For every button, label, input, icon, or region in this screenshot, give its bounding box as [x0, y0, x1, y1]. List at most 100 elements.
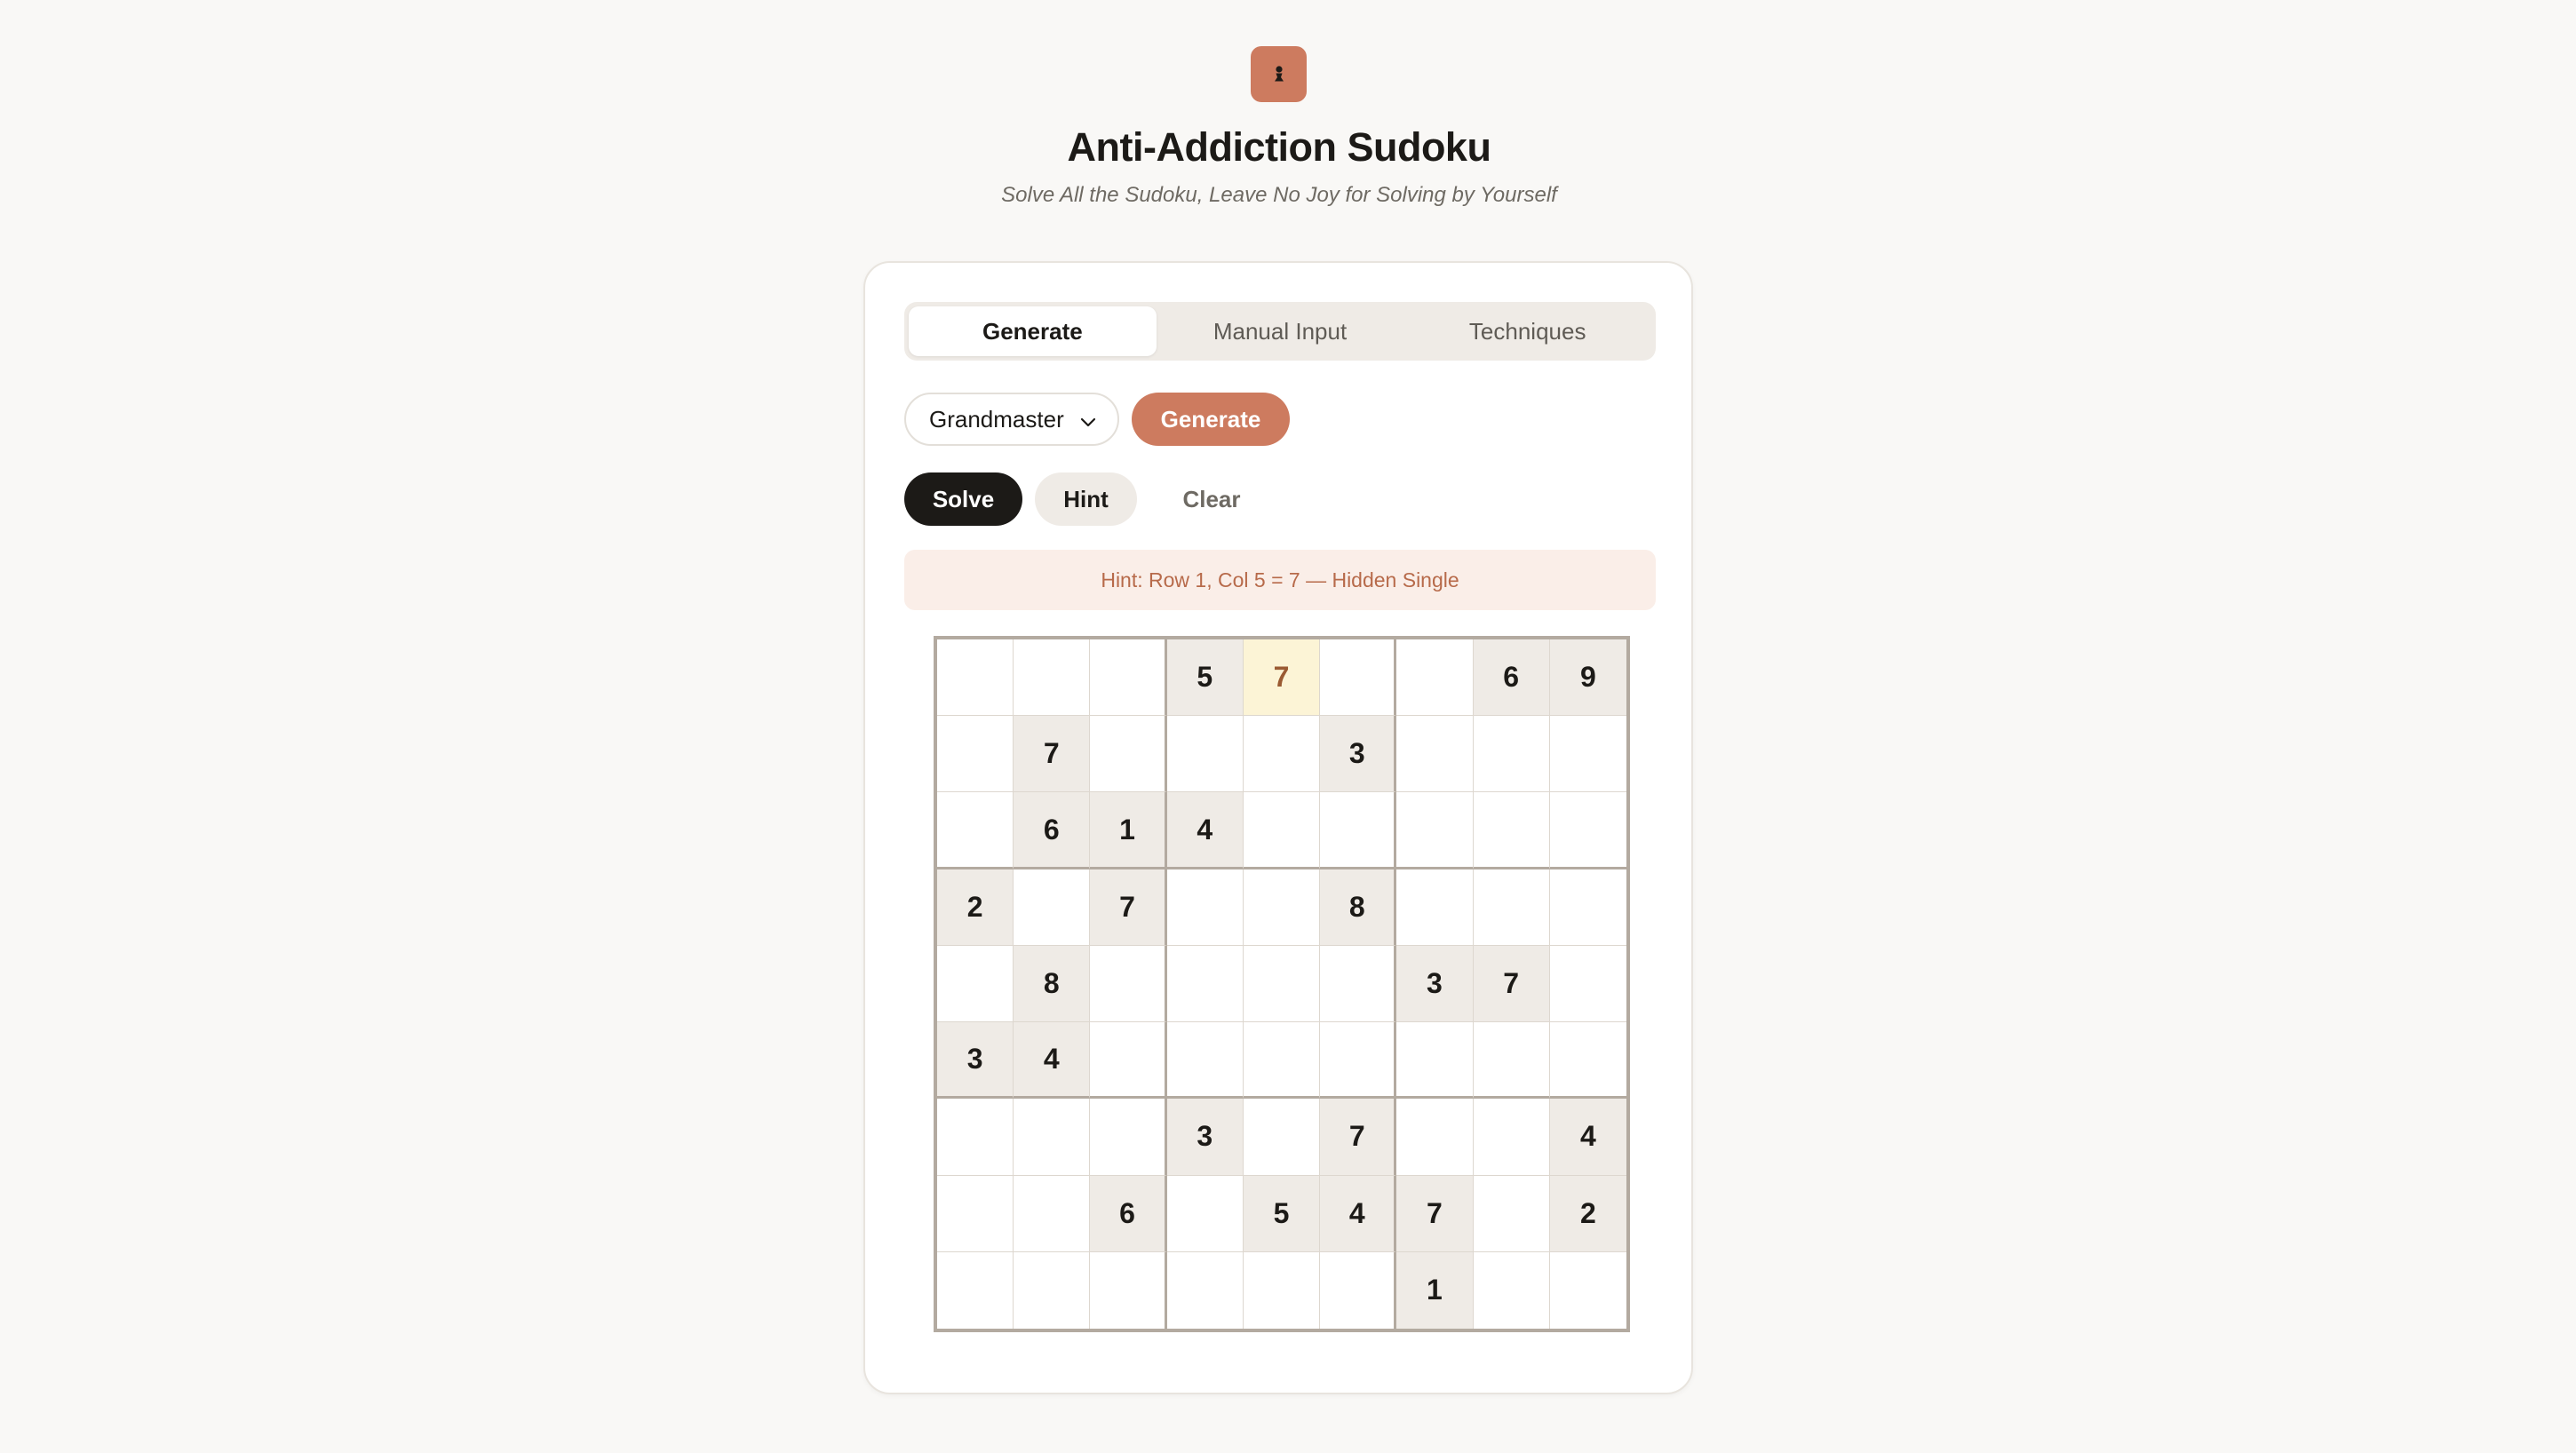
sudoku-cell-r8c7[interactable]: 7 [1396, 1175, 1474, 1252]
tab-bar: Generate Manual Input Techniques [904, 302, 1656, 361]
sudoku-cell-r9c9[interactable] [1549, 1251, 1626, 1329]
hint-message: Hint: Row 1, Col 5 = 7 — Hidden Single [904, 550, 1656, 610]
sudoku-cell-r8c5[interactable]: 5 [1243, 1175, 1321, 1252]
sudoku-cell-r3c9[interactable] [1549, 792, 1626, 869]
sudoku-cell-r5c3[interactable] [1090, 945, 1167, 1023]
sudoku-cell-r4c7[interactable] [1396, 869, 1474, 946]
sudoku-cell-r5c1[interactable] [937, 945, 1014, 1023]
sudoku-board: 57697361427883734374654721 [934, 636, 1630, 1332]
sudoku-cell-r3c6[interactable] [1320, 792, 1397, 869]
sudoku-cell-r2c4[interactable] [1166, 716, 1244, 793]
solve-button[interactable]: Solve [904, 472, 1022, 526]
generate-button[interactable]: Generate [1132, 393, 1290, 446]
sudoku-cell-r8c1[interactable] [937, 1175, 1014, 1252]
sudoku-cell-r7c8[interactable] [1473, 1099, 1550, 1176]
sudoku-cell-r4c8[interactable] [1473, 869, 1550, 946]
sudoku-cell-r7c6[interactable]: 7 [1320, 1099, 1397, 1176]
sudoku-cell-r5c2[interactable]: 8 [1014, 945, 1091, 1023]
hint-button[interactable]: Hint [1035, 472, 1137, 526]
generate-controls: Grandmaster Generate [904, 393, 1290, 446]
sudoku-cell-r9c5[interactable] [1243, 1251, 1321, 1329]
sudoku-cell-r9c4[interactable] [1166, 1251, 1244, 1329]
sudoku-cell-r9c6[interactable] [1320, 1251, 1397, 1329]
sudoku-cell-r2c3[interactable] [1090, 716, 1167, 793]
sudoku-cell-r8c8[interactable] [1473, 1175, 1550, 1252]
page-subtitle: Solve All the Sudoku, Leave No Joy for S… [1001, 183, 1557, 207]
sudoku-cell-r3c7[interactable] [1396, 792, 1474, 869]
sudoku-cell-r3c3[interactable]: 1 [1090, 792, 1167, 869]
sudoku-cell-r5c7[interactable]: 3 [1396, 945, 1474, 1023]
sudoku-cell-r2c9[interactable] [1549, 716, 1626, 793]
sudoku-cell-r7c7[interactable] [1396, 1099, 1474, 1176]
sudoku-cell-r6c4[interactable] [1166, 1022, 1244, 1100]
sudoku-cell-r3c2[interactable]: 6 [1014, 792, 1091, 869]
main-card: Generate Manual Input Techniques Grandma… [863, 261, 1693, 1394]
sudoku-cell-r8c3[interactable]: 6 [1090, 1175, 1167, 1252]
sudoku-cell-r1c9[interactable]: 9 [1549, 639, 1626, 717]
sudoku-cell-r5c9[interactable] [1549, 945, 1626, 1023]
sudoku-cell-r5c4[interactable] [1166, 945, 1244, 1023]
sudoku-cell-r2c1[interactable] [937, 716, 1014, 793]
sudoku-cell-r3c1[interactable] [937, 792, 1014, 869]
sudoku-cell-r7c2[interactable] [1014, 1099, 1091, 1176]
sudoku-cell-r7c1[interactable] [937, 1099, 1014, 1176]
sudoku-cell-r6c3[interactable] [1090, 1022, 1167, 1100]
sudoku-cell-r1c3[interactable] [1090, 639, 1167, 717]
sudoku-cell-r3c5[interactable] [1243, 792, 1321, 869]
sudoku-cell-r1c1[interactable] [937, 639, 1014, 717]
sudoku-cell-r3c4[interactable]: 4 [1166, 792, 1244, 869]
sudoku-cell-r5c6[interactable] [1320, 945, 1397, 1023]
sudoku-cell-r2c8[interactable] [1473, 716, 1550, 793]
sudoku-cell-r2c7[interactable] [1396, 716, 1474, 793]
tab-manual-input[interactable]: Manual Input [1157, 306, 1404, 356]
sudoku-cell-r3c8[interactable] [1473, 792, 1550, 869]
sudoku-cell-r5c5[interactable] [1243, 945, 1321, 1023]
sudoku-cell-r8c9[interactable]: 2 [1549, 1175, 1626, 1252]
sudoku-cell-r4c1[interactable]: 2 [937, 869, 1014, 946]
tab-generate[interactable]: Generate [909, 306, 1157, 356]
sudoku-cell-r9c7[interactable]: 1 [1396, 1251, 1474, 1329]
sudoku-cell-r4c2[interactable] [1014, 869, 1091, 946]
sudoku-cell-r9c1[interactable] [937, 1251, 1014, 1329]
sudoku-cell-r5c8[interactable]: 7 [1473, 945, 1550, 1023]
sudoku-cell-r8c6[interactable]: 4 [1320, 1175, 1397, 1252]
difficulty-select-value: Grandmaster [929, 405, 1064, 433]
sudoku-cell-r6c2[interactable]: 4 [1014, 1022, 1091, 1100]
solver-controls: Solve Hint Clear [904, 472, 1274, 526]
sudoku-cell-r1c8[interactable]: 6 [1473, 639, 1550, 717]
tab-techniques[interactable]: Techniques [1403, 306, 1651, 356]
sudoku-cell-r6c1[interactable]: 3 [937, 1022, 1014, 1100]
sudoku-cell-r6c8[interactable] [1473, 1022, 1550, 1100]
sudoku-cell-r4c9[interactable] [1549, 869, 1626, 946]
sudoku-cell-r7c9[interactable]: 4 [1549, 1099, 1626, 1176]
clear-button[interactable]: Clear [1149, 472, 1274, 526]
sudoku-cell-r6c5[interactable] [1243, 1022, 1321, 1100]
sudoku-cell-r1c6[interactable] [1320, 639, 1397, 717]
sudoku-cell-r2c5[interactable] [1243, 716, 1321, 793]
sudoku-cell-r8c4[interactable] [1166, 1175, 1244, 1252]
sudoku-cell-r7c3[interactable] [1090, 1099, 1167, 1176]
chevron-down-icon [1078, 410, 1098, 438]
sudoku-cell-r4c4[interactable] [1166, 869, 1244, 946]
sudoku-cell-r9c8[interactable] [1473, 1251, 1550, 1329]
sudoku-cell-r6c9[interactable] [1549, 1022, 1626, 1100]
sudoku-cell-r4c6[interactable]: 8 [1320, 869, 1397, 946]
sudoku-cell-r7c5[interactable] [1243, 1099, 1321, 1176]
sudoku-cell-r6c6[interactable] [1320, 1022, 1397, 1100]
sudoku-cell-r1c2[interactable] [1014, 639, 1091, 717]
sudoku-cell-r1c7[interactable] [1396, 639, 1474, 717]
sudoku-cell-r7c4[interactable]: 3 [1166, 1099, 1244, 1176]
difficulty-select[interactable]: Grandmaster [904, 393, 1119, 446]
sudoku-cell-r4c5[interactable] [1243, 869, 1321, 946]
sudoku-cell-r9c2[interactable] [1014, 1251, 1091, 1329]
app-root: Anti-Addiction Sudoku Solve All the Sudo… [0, 0, 2576, 1453]
sudoku-cell-r1c4[interactable]: 5 [1166, 639, 1244, 717]
sudoku-cell-r2c2[interactable]: 7 [1014, 716, 1091, 793]
sudoku-cell-r2c6[interactable]: 3 [1320, 716, 1397, 793]
sudoku-cell-r9c3[interactable] [1090, 1251, 1167, 1329]
sudoku-cell-r8c2[interactable] [1014, 1175, 1091, 1252]
sudoku-cell-r4c3[interactable]: 7 [1090, 869, 1167, 946]
sudoku-cell-r6c7[interactable] [1396, 1022, 1474, 1100]
pawn-icon [1251, 46, 1307, 102]
sudoku-cell-r1c5[interactable]: 7 [1243, 639, 1321, 717]
